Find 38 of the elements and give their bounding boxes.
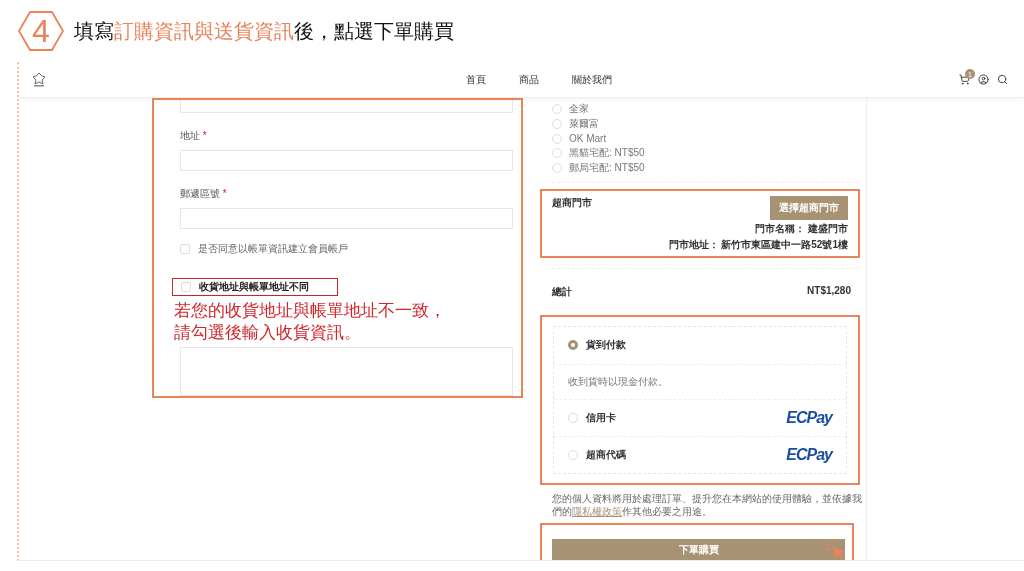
privacy-notice: 您的個人資料將用於處理訂單、提升您在本網站的使用體驗，並依據我們的隱私權政策作其他必要之用途。	[552, 491, 863, 518]
option-label: 全家	[569, 102, 589, 117]
annotation-text: 若您的收貨地址與帳單地址不一致， 請勾選後輸入收貨資訊。	[174, 299, 447, 344]
checkbox[interactable]	[181, 282, 191, 293]
checkbox-label: 收貨地址與帳單地址不同	[199, 280, 309, 295]
cart-icon[interactable]	[959, 74, 970, 85]
option-label: 郵局宅配: NT$50	[569, 161, 645, 176]
total-amount: NT$1,280	[807, 284, 851, 298]
store-heading: 超商門市	[552, 195, 592, 210]
store-address: 門市地址： 新竹市東區建中一路52號1樓	[668, 237, 848, 252]
search-icon[interactable]	[997, 74, 1008, 85]
step-number-badge: 4	[18, 11, 64, 51]
option-label: 萊爾富	[569, 117, 599, 132]
field-label: 地址 *	[180, 129, 208, 143]
total-label: 總計	[552, 284, 572, 299]
nav-link[interactable]: 關於我們	[572, 72, 612, 87]
logo-icon[interactable]	[31, 71, 47, 88]
nav-link[interactable]: 商品	[519, 72, 539, 87]
radio-button[interactable]	[568, 340, 578, 350]
notes-field[interactable]	[180, 347, 513, 396]
input-field[interactable]	[180, 100, 513, 113]
nav-link[interactable]: 首頁	[466, 72, 486, 87]
payment-method: 超商代碼	[586, 447, 626, 462]
step-title: 填寫訂購資訊與送貨資訊後，點選下單購買	[74, 17, 454, 45]
input-field[interactable]	[180, 208, 513, 229]
payment-method: 貨到付款	[586, 338, 626, 352]
store-name: 門市名稱： 建盛門市	[755, 221, 848, 236]
payment-description: 收到貨時以現金付款。	[554, 363, 846, 399]
payment-logo: ECPay	[786, 408, 832, 427]
checkbox[interactable]	[180, 244, 190, 254]
payment-logo: ECPay	[786, 445, 832, 464]
option-label: 黑貓宅配: NT$50	[569, 146, 645, 161]
field-label: 郵遞區號 *	[180, 187, 228, 201]
option-label: OK Mart	[569, 133, 607, 145]
user-icon[interactable]	[978, 74, 989, 85]
input-field[interactable]	[180, 150, 513, 171]
payment-method: 信用卡	[586, 410, 616, 425]
checkbox-label: 是否同意以帳單資訊建立會員帳戶	[198, 242, 348, 256]
